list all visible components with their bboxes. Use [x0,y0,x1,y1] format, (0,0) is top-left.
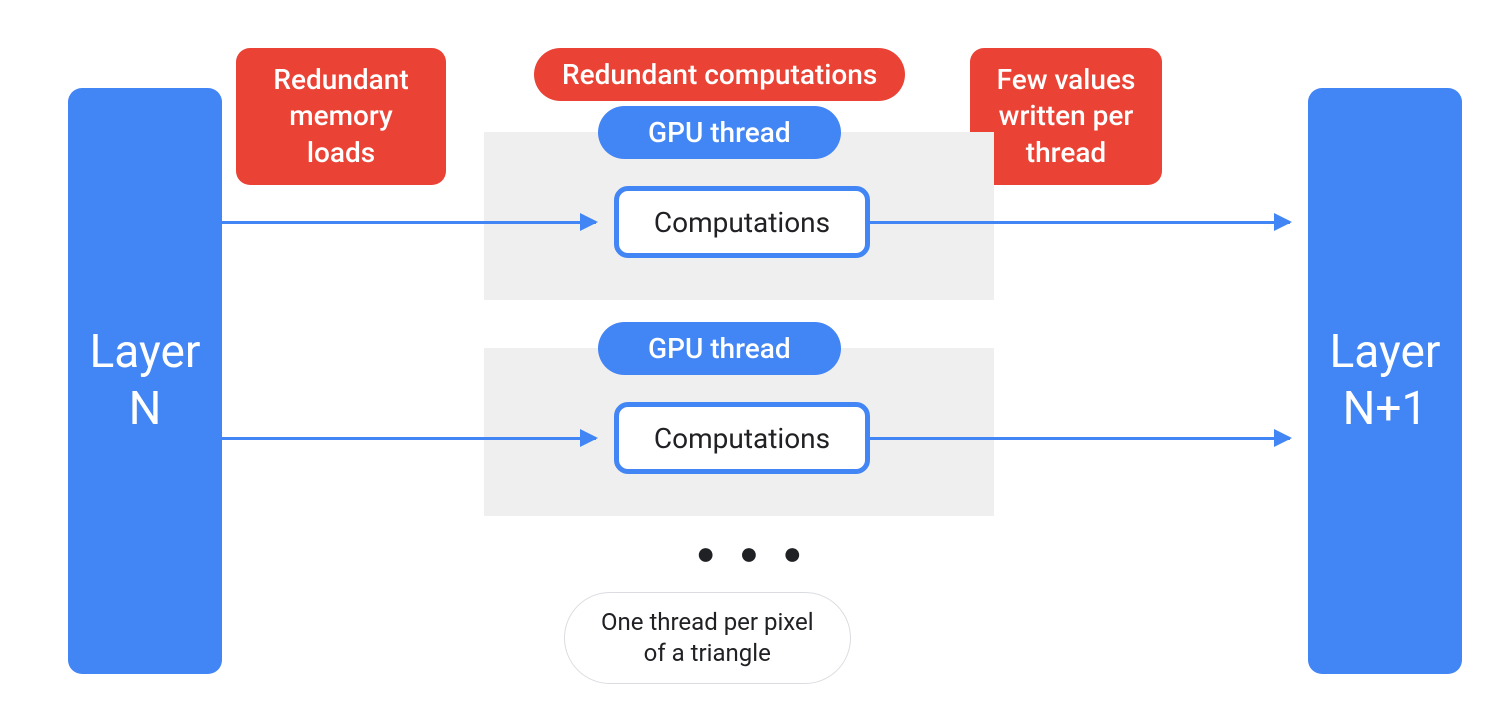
redundant-computations-badge: Redundant computations [534,48,905,101]
computations-box-1: Computations [614,186,870,258]
redundant-memory-badge: Redundant memory loads [236,48,446,185]
computations-box-2: Computations [614,402,870,474]
layer-n-box: Layer N [68,88,222,674]
footnote-pill: One thread per pixel of a triangle [564,592,851,684]
ellipsis-icon: ● ● ● [696,534,810,572]
few-values-badge: Few values written per thread [970,48,1162,185]
arrow-left-2 [222,437,596,440]
layer-n1-box: Layer N+1 [1308,88,1462,674]
gpu-thread-label-1: GPU thread [598,106,841,159]
arrow-right-2 [870,437,1290,440]
arrow-left-1 [222,221,596,224]
gpu-thread-label-2: GPU thread [598,322,841,375]
arrow-right-1 [870,221,1290,224]
